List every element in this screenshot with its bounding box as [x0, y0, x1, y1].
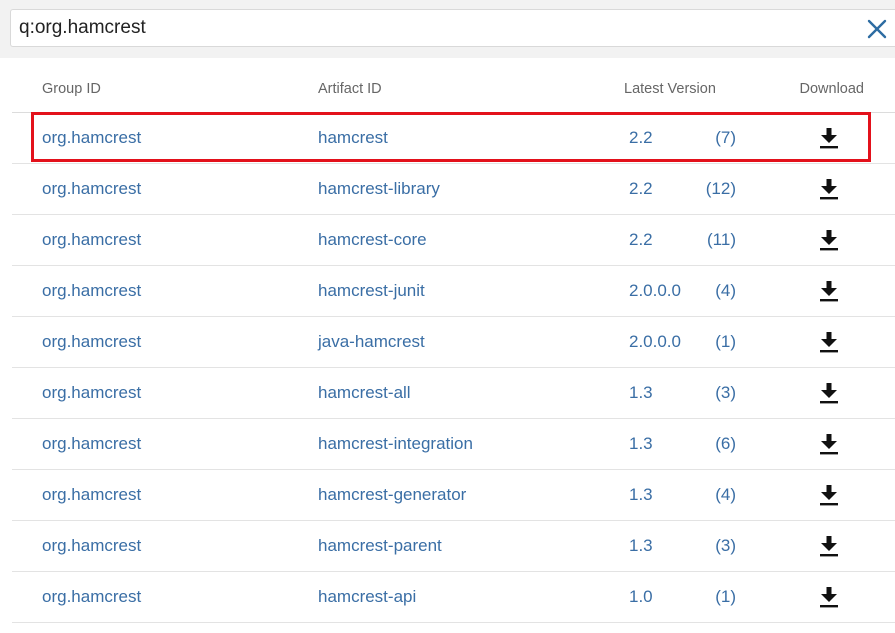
search-results-page: Group ID Artifact ID Latest Version Down…	[0, 0, 895, 633]
version-link[interactable]: 2.0.0.0	[629, 281, 681, 301]
version-link[interactable]: 2.2	[629, 230, 653, 250]
search-input[interactable]	[19, 10, 839, 46]
table-row: org.hamcrest hamcrest 2.2 (7)	[12, 113, 895, 164]
artifact-id-link[interactable]: hamcrest-junit	[318, 281, 425, 301]
version-count-link[interactable]: (1)	[715, 332, 736, 352]
group-id-link[interactable]: org.hamcrest	[42, 332, 141, 352]
download-icon[interactable]	[819, 382, 839, 404]
version-count-link[interactable]: (4)	[715, 485, 736, 505]
version-count-link[interactable]: (7)	[715, 128, 736, 148]
group-id-link[interactable]: org.hamcrest	[42, 128, 141, 148]
version-link[interactable]: 1.3	[629, 536, 653, 556]
artifact-id-link[interactable]: hamcrest-integration	[318, 434, 473, 454]
download-icon[interactable]	[819, 280, 839, 302]
artifact-id-link[interactable]: hamcrest-api	[318, 587, 416, 607]
table-row: org.hamcrest hamcrest-api 1.0 (1)	[12, 572, 895, 623]
version-count-link[interactable]: (3)	[715, 536, 736, 556]
version-link[interactable]: 1.3	[629, 434, 653, 454]
version-link[interactable]: 2.0.0.0	[629, 332, 681, 352]
table-row: org.hamcrest hamcrest-library 2.2 (12)	[12, 164, 895, 215]
version-link[interactable]: 2.2	[629, 179, 653, 199]
version-count-link[interactable]: (12)	[706, 179, 736, 199]
group-id-link[interactable]: org.hamcrest	[42, 434, 141, 454]
version-count-link[interactable]: (6)	[715, 434, 736, 454]
artifact-id-link[interactable]: java-hamcrest	[318, 332, 425, 352]
header-latest-version: Latest Version	[624, 81, 716, 97]
close-icon[interactable]	[865, 17, 889, 41]
header-group-id: Group ID	[42, 81, 101, 97]
table-row: org.hamcrest hamcrest-all 1.3 (3)	[12, 368, 895, 419]
version-count-link[interactable]: (3)	[715, 383, 736, 403]
download-icon[interactable]	[819, 331, 839, 353]
version-count-link[interactable]: (4)	[715, 281, 736, 301]
version-count-link[interactable]: (1)	[715, 587, 736, 607]
group-id-link[interactable]: org.hamcrest	[42, 230, 141, 250]
search-bar-container	[0, 0, 895, 58]
version-count-link[interactable]: (11)	[707, 230, 736, 250]
results-table: Group ID Artifact ID Latest Version Down…	[12, 64, 895, 623]
table-row: org.hamcrest java-hamcrest 2.0.0.0 (1)	[12, 317, 895, 368]
header-download: Download	[799, 81, 865, 97]
table-row: org.hamcrest hamcrest-junit 2.0.0.0 (4)	[12, 266, 895, 317]
table-header: Group ID Artifact ID Latest Version Down…	[12, 64, 895, 113]
version-link[interactable]: 1.3	[629, 383, 653, 403]
download-icon[interactable]	[819, 433, 839, 455]
group-id-link[interactable]: org.hamcrest	[42, 281, 141, 301]
search-box[interactable]	[10, 9, 895, 47]
table-row: org.hamcrest hamcrest-integration 1.3 (6…	[12, 419, 895, 470]
table-row: org.hamcrest hamcrest-generator 1.3 (4)	[12, 470, 895, 521]
artifact-id-link[interactable]: hamcrest	[318, 128, 388, 148]
artifact-id-link[interactable]: hamcrest-core	[318, 230, 427, 250]
group-id-link[interactable]: org.hamcrest	[42, 485, 141, 505]
artifact-id-link[interactable]: hamcrest-all	[318, 383, 411, 403]
artifact-id-link[interactable]: hamcrest-library	[318, 179, 440, 199]
download-icon[interactable]	[819, 535, 839, 557]
download-icon[interactable]	[819, 586, 839, 608]
download-icon[interactable]	[819, 178, 839, 200]
download-icon[interactable]	[819, 229, 839, 251]
table-row: org.hamcrest hamcrest-core 2.2 (11)	[12, 215, 895, 266]
table-body: org.hamcrest hamcrest 2.2 (7) org.hamcre…	[12, 113, 895, 623]
group-id-link[interactable]: org.hamcrest	[42, 536, 141, 556]
group-id-link[interactable]: org.hamcrest	[42, 179, 141, 199]
artifact-id-link[interactable]: hamcrest-parent	[318, 536, 442, 556]
artifact-id-link[interactable]: hamcrest-generator	[318, 485, 466, 505]
table-row: org.hamcrest hamcrest-parent 1.3 (3)	[12, 521, 895, 572]
group-id-link[interactable]: org.hamcrest	[42, 383, 141, 403]
version-link[interactable]: 1.0	[629, 587, 653, 607]
download-icon[interactable]	[819, 484, 839, 506]
download-icon[interactable]	[819, 127, 839, 149]
header-artifact-id: Artifact ID	[318, 81, 382, 97]
group-id-link[interactable]: org.hamcrest	[42, 587, 141, 607]
version-link[interactable]: 2.2	[629, 128, 653, 148]
version-link[interactable]: 1.3	[629, 485, 653, 505]
